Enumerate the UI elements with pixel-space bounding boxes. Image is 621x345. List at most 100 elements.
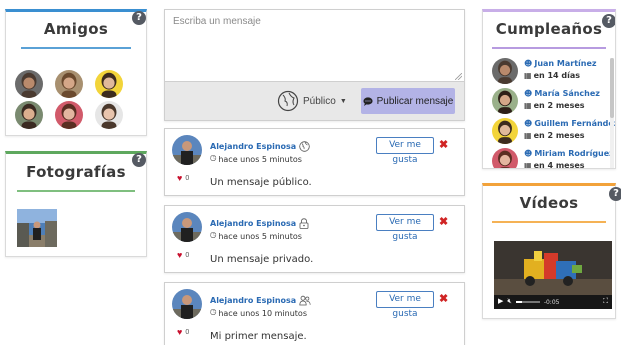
post-time: 🕓︎ hace unos 5 minutos [210, 154, 302, 164]
birthday-avatar[interactable] [492, 148, 518, 168]
delete-icon[interactable]: ✖ [439, 215, 448, 228]
birthday-item: ☻ Juan Martínez ▦ en 14 días [492, 58, 615, 86]
users-icon [299, 295, 311, 306]
resize-grip-icon[interactable] [455, 73, 462, 80]
likes-count: 0 [185, 328, 190, 336]
clock-icon: 🕓︎ [210, 154, 217, 163]
post-author[interactable]: Alejandro Espinosa [210, 295, 311, 306]
birthday-when-text: en 4 meses [533, 161, 585, 169]
birthday-avatar[interactable] [492, 118, 518, 144]
publish-button[interactable]: Publicar mensaje [361, 88, 455, 114]
friend-avatar[interactable] [95, 70, 123, 98]
post-time-text: hace unos 10 minutos [218, 308, 307, 318]
photo-thumbnail[interactable] [17, 209, 57, 247]
play-icon[interactable]: ▶ [498, 295, 503, 309]
birthday-name-text: Miriam Rodríguez [534, 149, 614, 158]
view-likes-button[interactable]: Ver me gusta [376, 291, 434, 319]
cake-icon: ▦ [524, 161, 532, 169]
friend-avatar[interactable] [15, 101, 43, 129]
birthday-item: ☻ María Sánchez ▦ en 2 meses [492, 88, 615, 116]
heart-icon: ♥ [177, 173, 183, 183]
birthday-item: ☻ Miriam Rodríguez ▦ en 4 meses [492, 148, 615, 169]
friend-avatar[interactable] [95, 101, 123, 129]
cake-icon: ▦ [524, 131, 532, 140]
globe-icon [277, 90, 299, 112]
videos-title: Vídeos [519, 194, 579, 212]
privacy-dropdown[interactable]: Público ▼ [277, 90, 347, 112]
video-time: -0:05 [543, 298, 560, 306]
heart-icon: ♥ [177, 327, 183, 337]
mute-icon[interactable]: 🔇︎ [507, 295, 511, 309]
photos-title-underline [17, 190, 135, 192]
video-player[interactable]: ▶ 🔇︎ -0:05 ⛶ [494, 241, 612, 309]
help-icon[interactable]: ? [609, 187, 621, 201]
cake-icon: ▦ [524, 101, 532, 110]
birthdays-scrollbar[interactable] [610, 58, 614, 168]
birthday-when: ▦ en 4 meses [524, 161, 585, 169]
delete-icon[interactable]: ✖ [439, 292, 448, 305]
composer-toolbar: Público ▼ Publicar mensaje [165, 82, 464, 120]
birthday-name[interactable]: ☻ Miriam Rodríguez [524, 149, 614, 158]
birthday-name-text: Juan Martínez [534, 59, 597, 68]
help-icon[interactable]: ? [602, 14, 615, 28]
help-icon[interactable]: ? [132, 153, 146, 167]
publish-label: Publicar mensaje [376, 95, 454, 107]
birthday-avatar[interactable] [492, 88, 518, 114]
birthday-when: ▦ en 14 días [524, 71, 580, 80]
photos-panel: ? Fotografías [5, 151, 147, 257]
birthday-when-text: en 2 meses [533, 131, 585, 140]
post-card: Alejandro Espinosa 🕓︎ hace unos 5 minutos… [164, 128, 465, 196]
friends-grid [15, 70, 135, 129]
birthday-when: ▦ en 2 meses [524, 131, 585, 140]
post-author[interactable]: Alejandro Espinosa [210, 218, 309, 229]
video-progress-fill [515, 301, 522, 303]
clock-icon: 🕓︎ [210, 308, 217, 317]
user-icon: ☻ [524, 149, 533, 158]
birthdays-title-underline [492, 47, 606, 49]
privacy-label: Público [303, 95, 336, 107]
author-name: Alejandro Espinosa [210, 296, 297, 305]
post-time: 🕓︎ hace unos 5 minutos [210, 231, 302, 241]
author-name: Alejandro Espinosa [210, 142, 297, 151]
friend-avatar[interactable] [55, 70, 83, 98]
friends-title: Amigos [43, 20, 109, 38]
post-time-text: hace unos 5 minutos [218, 231, 302, 241]
video-progress[interactable] [515, 301, 540, 303]
like-counter[interactable]: ♥ 0 [177, 250, 189, 260]
friends-panel: ? Amigos [5, 9, 147, 136]
author-avatar[interactable] [172, 212, 202, 242]
user-icon: ☻ [524, 119, 533, 128]
help-icon[interactable]: ? [132, 11, 146, 25]
scrollbar-thumb[interactable] [610, 58, 614, 118]
author-name: Alejandro Espinosa [210, 219, 297, 228]
birthdays-title: Cumpleaños [495, 20, 603, 38]
birthday-name[interactable]: ☻ Juan Martínez [524, 59, 597, 68]
friend-avatar[interactable] [55, 101, 83, 129]
post-time-text: hace unos 5 minutos [218, 154, 302, 164]
birthday-name[interactable]: ☻ María Sánchez [524, 89, 600, 98]
user-icon: ☻ [524, 59, 533, 68]
birthday-avatar[interactable] [492, 58, 518, 84]
video-frame [494, 241, 612, 295]
comment-icon [363, 96, 373, 106]
like-counter[interactable]: ♥ 0 [177, 327, 189, 337]
lock-icon [299, 218, 309, 229]
birthday-name[interactable]: ☻ Guillem Fernández [524, 119, 616, 128]
like-counter[interactable]: ♥ 0 [177, 173, 189, 183]
photos-title: Fotografías [26, 163, 126, 181]
globe-icon [299, 141, 310, 152]
post-message: Un mensaje público. [210, 177, 312, 188]
birthday-when-text: en 14 días [533, 71, 581, 80]
view-likes-button[interactable]: Ver me gusta [376, 137, 434, 165]
birthday-name-text: Guillem Fernández [534, 119, 616, 128]
author-avatar[interactable] [172, 289, 202, 319]
fullscreen-icon[interactable]: ⛶ [603, 295, 608, 309]
view-likes-button[interactable]: Ver me gusta [376, 214, 434, 242]
post-author[interactable]: Alejandro Espinosa [210, 141, 310, 152]
author-avatar[interactable] [172, 135, 202, 165]
delete-icon[interactable]: ✖ [439, 138, 448, 151]
post-card: Alejandro Espinosa 🕓︎ hace unos 5 minutos… [164, 205, 465, 273]
videos-title-underline [492, 221, 606, 223]
message-input[interactable]: Escriba un mensaje [165, 10, 464, 82]
friend-avatar[interactable] [15, 70, 43, 98]
